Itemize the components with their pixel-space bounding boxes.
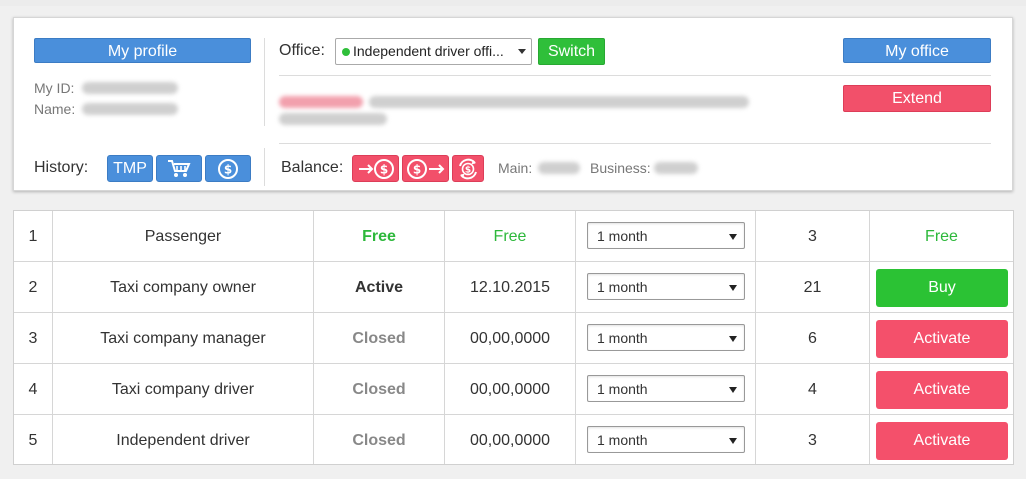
- notice-text-redacted-2: [279, 113, 387, 125]
- dollar-coin-icon: $: [218, 158, 238, 179]
- period-select-value: 1 month: [597, 432, 648, 448]
- period-select-value: 1 month: [597, 381, 648, 397]
- extend-button[interactable]: Extend: [843, 85, 991, 112]
- role-date: 00,00,0000: [469, 381, 551, 398]
- period-select[interactable]: 1 month: [587, 426, 745, 453]
- table-row: 4 Taxi company driver Closed 00,00,0000 …: [14, 364, 1013, 415]
- role-name: Independent driver: [116, 432, 250, 449]
- chevron-down-icon: [729, 285, 737, 291]
- divider-left-bottom: [264, 148, 265, 186]
- period-select[interactable]: 1 month: [587, 273, 745, 300]
- notice-text-redacted: [369, 96, 749, 108]
- role-name: Passenger: [144, 228, 222, 245]
- svg-text:$: $: [412, 162, 420, 176]
- my-id-value-redacted: [82, 82, 178, 94]
- history-cart-button[interactable]: [156, 155, 202, 182]
- chevron-down-icon: [729, 336, 737, 342]
- row-number: 3: [28, 330, 38, 347]
- role-action-text: Free: [925, 228, 958, 245]
- row-number: 4: [28, 381, 38, 398]
- office-select[interactable]: Independent driver offi...: [335, 38, 532, 65]
- role-count: 21: [803, 279, 822, 296]
- activate-button[interactable]: Activate: [876, 371, 1008, 409]
- role-date: 12.10.2015: [469, 279, 551, 296]
- period-select-value: 1 month: [597, 279, 648, 295]
- role-date: 00,00,0000: [469, 432, 551, 449]
- period-select-value: 1 month: [597, 330, 648, 346]
- table-row: 5 Independent driver Closed 00,00,0000 1…: [14, 415, 1013, 466]
- buy-button[interactable]: Buy: [876, 269, 1008, 307]
- switch-button[interactable]: Switch: [538, 38, 605, 65]
- my-office-button[interactable]: My office: [843, 38, 991, 63]
- balance-exchange-button[interactable]: $: [452, 155, 484, 182]
- office-selected-value: Independent driver offi...: [353, 43, 504, 59]
- balance-withdraw-button[interactable]: $: [402, 155, 449, 182]
- row-number: 2: [28, 279, 38, 296]
- svg-text:$: $: [224, 162, 232, 176]
- svg-text:$: $: [379, 162, 387, 176]
- main-balance-label: Main:: [498, 160, 533, 176]
- svg-text:$: $: [465, 165, 471, 175]
- account-panel: My profile My ID: Name: Office: Independ…: [13, 17, 1013, 191]
- main-balance-value-redacted: [538, 162, 580, 174]
- chevron-down-icon: [729, 387, 737, 393]
- row-number: 1: [28, 228, 38, 245]
- divider-horizontal-top: [279, 75, 991, 76]
- top-strip: [0, 0, 1026, 6]
- chevron-down-icon: [729, 438, 737, 444]
- balance-label: Balance:: [281, 159, 344, 176]
- business-balance-value-redacted: [654, 162, 698, 174]
- table-row: 1 Passenger Free Free 1 month 3 Free: [14, 211, 1013, 262]
- row-number: 5: [28, 432, 38, 449]
- activate-button[interactable]: Activate: [876, 320, 1008, 358]
- business-balance-label: Business:: [590, 160, 651, 176]
- role-status: Closed: [352, 432, 406, 449]
- my-profile-button[interactable]: My profile: [34, 38, 251, 63]
- chevron-down-icon: [729, 234, 737, 240]
- role-name: Taxi company manager: [100, 330, 266, 347]
- divider-horizontal-bottom: [279, 143, 991, 144]
- period-select[interactable]: 1 month: [587, 324, 745, 351]
- name-label: Name:: [34, 101, 76, 117]
- transfer-out-icon: $: [406, 158, 444, 179]
- period-select[interactable]: 1 month: [587, 375, 745, 402]
- my-id-label: My ID:: [34, 80, 75, 96]
- history-label: History:: [34, 159, 89, 176]
- role-count: 3: [808, 228, 817, 245]
- chevron-down-icon: [518, 49, 526, 54]
- role-status: Closed: [352, 381, 406, 398]
- history-payments-button[interactable]: $: [205, 155, 251, 182]
- refresh-coin-icon: $: [459, 158, 477, 179]
- name-value-redacted: [82, 103, 178, 115]
- status-dot-icon: [342, 48, 350, 56]
- history-tmp-button[interactable]: TMP: [107, 155, 153, 182]
- period-select[interactable]: 1 month: [587, 222, 745, 249]
- role-count: 4: [808, 381, 817, 398]
- notice-highlight-redacted: [279, 96, 363, 108]
- cart-icon: [168, 159, 191, 177]
- role-status: Closed: [352, 330, 406, 347]
- roles-table: 1 Passenger Free Free 1 month 3 Free 2 T…: [13, 210, 1014, 465]
- activate-button[interactable]: Activate: [876, 422, 1008, 460]
- divider-left-top: [264, 38, 265, 126]
- role-date: Free: [493, 228, 527, 245]
- role-date: 00,00,0000: [469, 330, 551, 347]
- period-select-value: 1 month: [597, 228, 648, 244]
- role-name: Taxi company owner: [110, 279, 256, 296]
- table-row: 3 Taxi company manager Closed 00,00,0000…: [14, 313, 1013, 364]
- role-status: Free: [362, 228, 396, 245]
- role-count: 3: [808, 432, 817, 449]
- role-name: Taxi company driver: [111, 381, 255, 398]
- role-status: Active: [354, 279, 404, 296]
- table-row: 2 Taxi company owner Active 12.10.2015 1…: [14, 262, 1013, 313]
- balance-deposit-button[interactable]: $: [352, 155, 399, 182]
- office-label: Office:: [279, 42, 325, 59]
- transfer-in-icon: $: [358, 158, 394, 179]
- role-count: 6: [808, 330, 817, 347]
